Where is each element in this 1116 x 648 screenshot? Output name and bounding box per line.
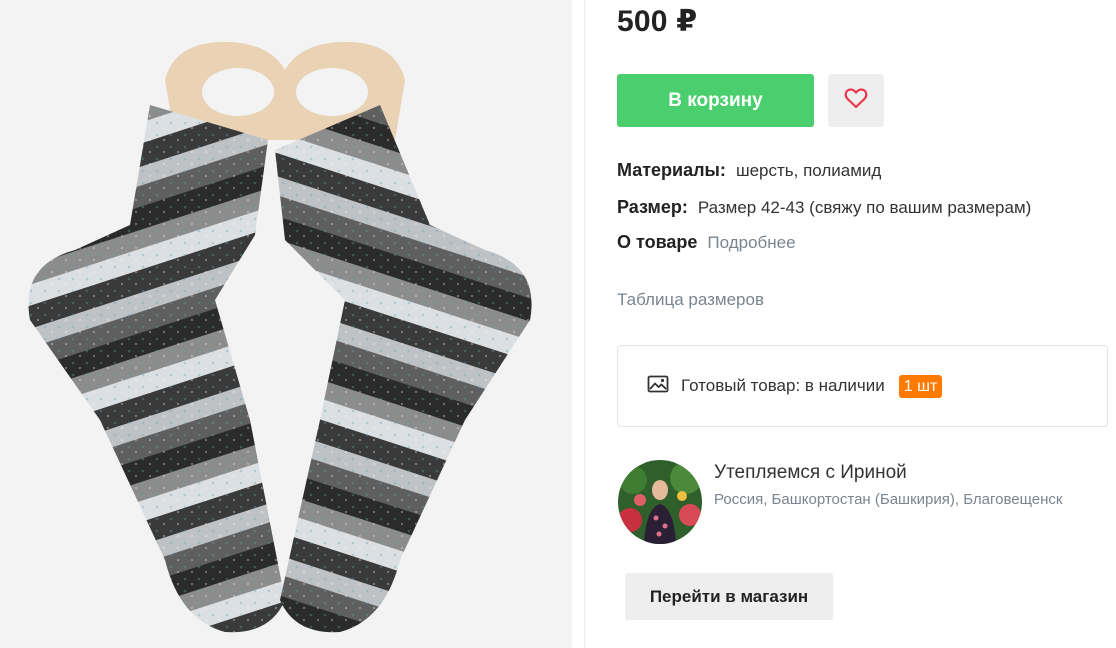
size-value: Размер 42-43 (свяжу по вашим размерам) xyxy=(697,198,1032,217)
product-photo[interactable] xyxy=(0,0,572,648)
about-more-link[interactable]: Подробнее xyxy=(707,233,795,253)
add-to-cart-button[interactable]: В корзину xyxy=(617,74,814,127)
materials-value: шерсть, полиамид xyxy=(735,161,882,180)
size-row: Размер: Размер 42-43 (свяжу по вашим раз… xyxy=(617,197,1031,218)
image-icon xyxy=(647,375,669,398)
product-info: 500 ₽ В корзину Материалы: шерсть, полиа… xyxy=(617,0,1109,648)
shop-location: Россия, Башкортостан (Башкирия), Благове… xyxy=(714,491,1063,508)
column-divider xyxy=(584,0,585,648)
materials-row: Материалы: шерсть, полиамид xyxy=(617,160,881,181)
stock-quantity-badge: 1 шт xyxy=(898,374,943,398)
shop-name[interactable]: Утепляемся с Ириной xyxy=(714,462,907,484)
favorite-button[interactable] xyxy=(828,74,884,127)
stock-status: Готовый товар: в наличии xyxy=(681,376,885,395)
about-label: О товаре xyxy=(617,232,698,252)
seller-avatar[interactable] xyxy=(618,460,702,544)
size-table-link[interactable]: Таблица размеров xyxy=(617,290,764,310)
go-to-shop-button[interactable]: Перейти в магазин xyxy=(625,573,833,620)
stock-panel: Готовый товар: в наличии 1 шт xyxy=(617,345,1108,427)
size-label: Размер: xyxy=(617,197,688,217)
heart-icon xyxy=(844,87,868,114)
about-row: О товаре Подробнее xyxy=(617,232,796,253)
materials-label: Материалы: xyxy=(617,160,726,180)
socks-photo xyxy=(0,0,572,648)
product-price: 500 ₽ xyxy=(617,5,698,38)
